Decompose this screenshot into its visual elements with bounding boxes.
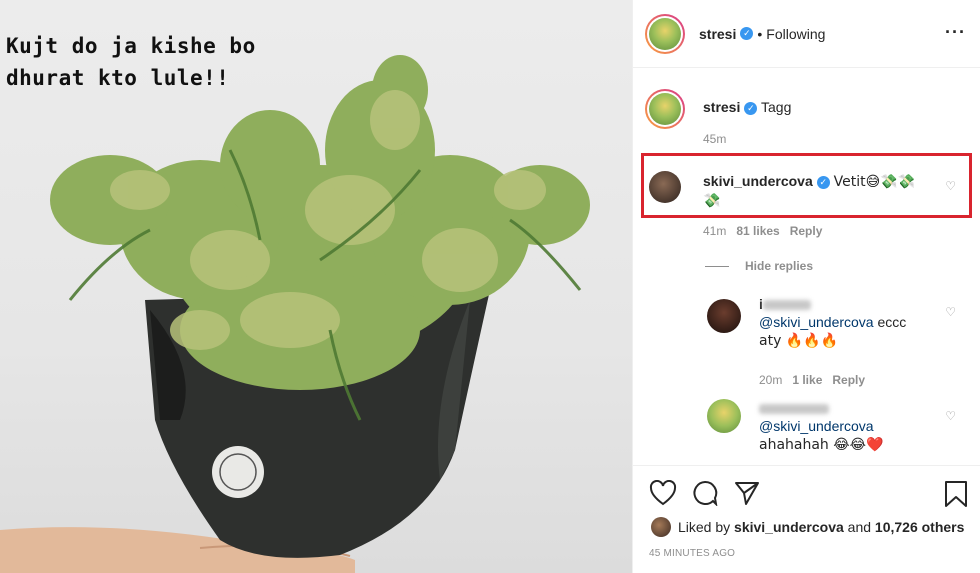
comment-item: skivi_undercova ✓ Vetit😅💸💸 💸 ♡ 41m 81 like… [645,167,968,247]
bookmark-icon[interactable] [943,480,969,508]
comment-time: 41m [703,224,727,238]
comment-text-line2: 💸 [703,193,721,209]
reply-mention[interactable]: @skivi_undercova [759,314,874,330]
reply-text-line2: aty 🔥🔥🔥 [759,333,839,349]
caption-comment: stresi ✓ Tagg 45m [645,85,968,146]
commenter-username[interactable]: skivi_undercova [703,173,813,189]
comment-icon[interactable] [691,480,719,506]
hide-replies-button[interactable]: Hide replies [745,259,813,273]
comment-reply-button[interactable]: Reply [790,224,823,238]
post-side-panel: stresi ✓ • Following ··· stresi ✓ Tagg 45… [632,0,980,573]
share-icon[interactable] [733,480,761,506]
caption-username[interactable]: stresi [703,99,740,115]
post-timestamp[interactable]: 45 MINUTES AGO [649,548,735,559]
hide-replies-line [705,266,729,267]
blurred-username [762,300,811,311]
verified-badge-icon: ✓ [744,101,758,115]
verified-badge-icon: ✓ [816,175,830,189]
post-header: stresi ✓ • Following ··· [633,0,980,68]
reply-meta: 20m 1 like Reply [759,373,875,387]
blurred-username [759,404,829,415]
like-comment-heart-icon[interactable]: ♡ [945,179,956,193]
caption-author-avatar[interactable] [645,89,685,129]
liked-by-and: and [847,519,872,535]
liked-by-user[interactable]: skivi_undercova [734,519,844,535]
reply-reply-button[interactable]: Reply [832,373,865,387]
post-actions: Liked by skivi_undercova and 10,726 othe… [633,465,980,573]
post-image[interactable]: Kujt do ja kishe bo dhurat kto lule!! [0,0,632,573]
liker-avatar[interactable] [651,517,671,537]
reply-avatar[interactable] [707,299,741,333]
caption-text: Tagg [761,99,792,115]
heart-icon[interactable] [649,480,677,506]
image-caption-text: Kujt do ja kishe bo dhurat kto lule!! [6,34,256,90]
commenter-avatar[interactable] [649,171,681,203]
reply-likes[interactable]: 1 like [792,373,822,387]
like-reply-heart-icon[interactable]: ♡ [945,305,956,319]
reply-mention[interactable]: @skivi_undercova [759,418,874,434]
comment-text: Vetit😅💸💸 [833,174,916,190]
liked-by-count[interactable]: 10,726 others [875,519,965,535]
following-button[interactable]: Following [766,26,825,42]
reply-text: eccc [873,314,907,330]
comments-section[interactable]: stresi ✓ Tagg 45m skivi_undercova ✓ Vetit😅… [633,69,980,464]
more-options-icon[interactable]: ··· [945,22,966,43]
verified-badge-icon: ✓ [740,27,754,40]
reply-avatar[interactable] [707,399,741,433]
comment-meta: 41m 81 likes Reply [703,224,832,238]
reply-item: i @skivi_undercova eccc aty 🔥🔥🔥 ♡ 20m 1 l… [645,295,968,391]
reply-item: @skivi_undercova ahahahah 😂😂❤️ ♡ [645,399,968,464]
liked-by-prefix: Liked by [678,519,731,535]
author-avatar[interactable] [645,13,685,54]
reply-text-line2: ahahahah 😂😂❤️ [759,437,884,453]
comment-likes[interactable]: 81 likes [736,224,779,238]
header-separator: • [757,25,763,42]
liked-by-line: Liked by skivi_undercova and 10,726 othe… [651,517,964,537]
reply-time: 20m [759,373,783,387]
caption-time: 45m [703,132,727,146]
like-reply-heart-icon[interactable]: ♡ [945,409,956,423]
author-username[interactable]: stresi [699,26,736,42]
